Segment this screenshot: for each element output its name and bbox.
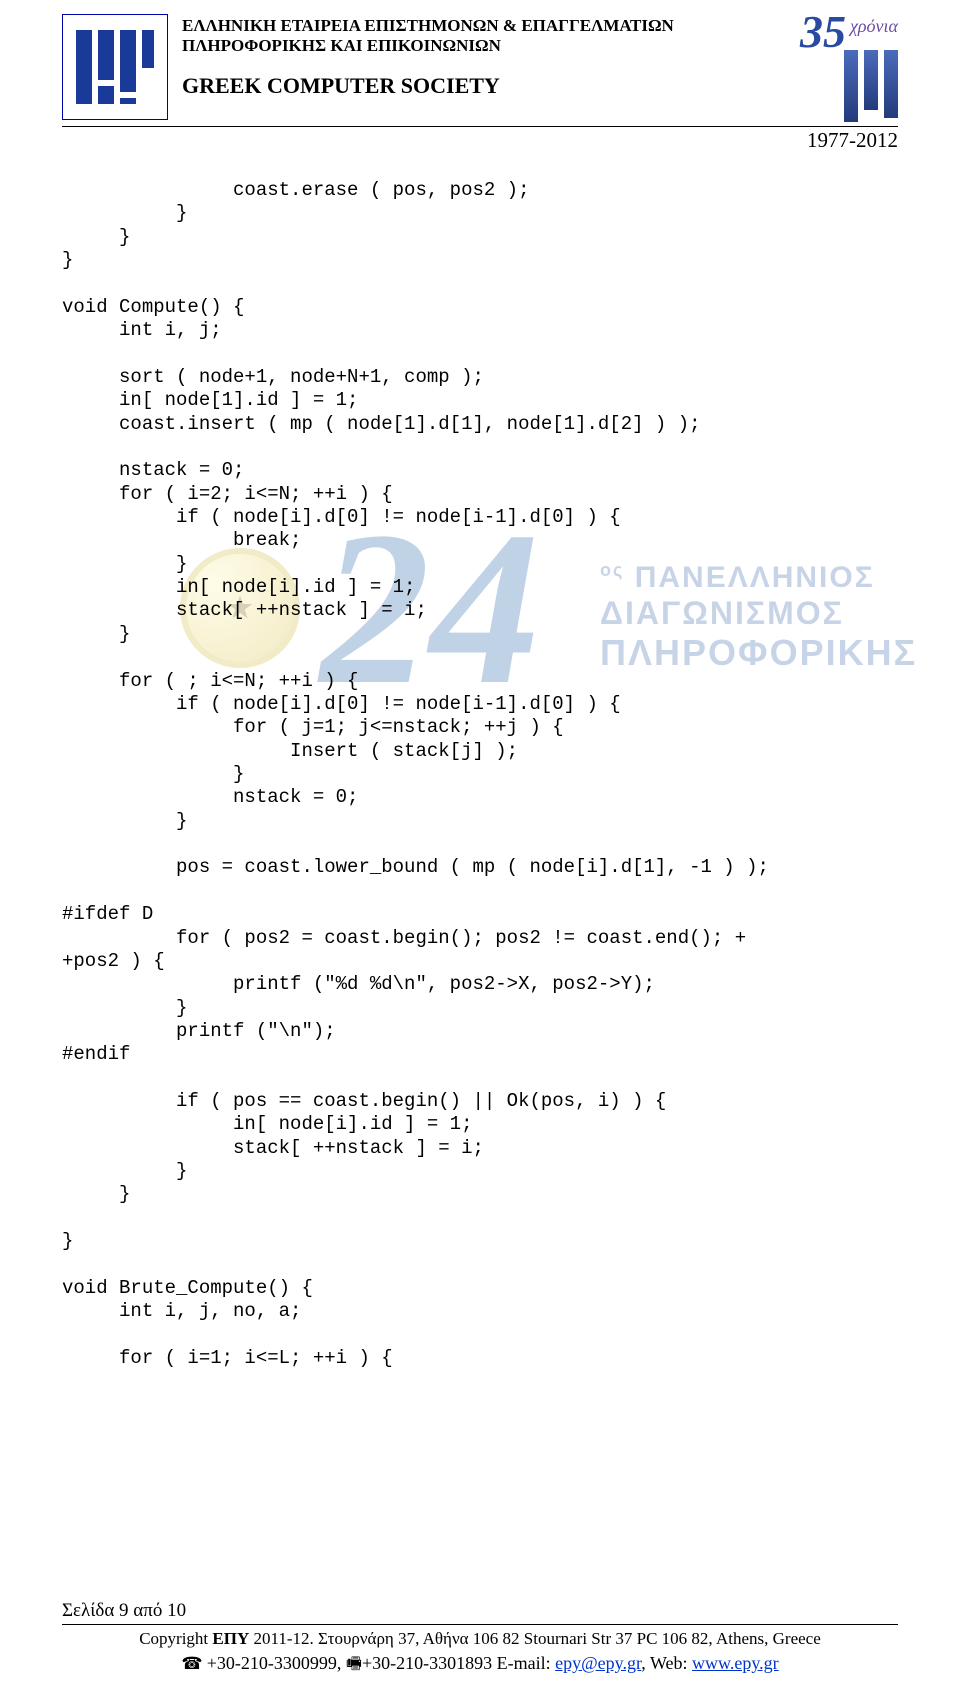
greek-title-line2: ΠΛΗΡΟΦΟΡΙΚΗΣ ΚΑΙ ΕΠΙΚΟΙΝΩΝΙΩΝ <box>182 36 734 56</box>
anniversary-number: 35 <box>800 14 846 51</box>
header: ΕΛΛΗΝΙΚΗ ΕΤΑΙΡΕΙΑ ΕΠΙΣΤΗΜΟΝΩΝ & ΕΠΑΓΓΕΛΜ… <box>62 14 898 134</box>
web-link[interactable]: www.epy.gr <box>692 1653 779 1673</box>
anniversary-bar <box>844 50 858 122</box>
contact-line: ☎ +30-210-3300999, 🖷+30-210-3301893 E-ma… <box>62 1651 898 1680</box>
anniversary-word: χρόνια <box>850 16 898 37</box>
page-number: Σελίδα 9 από 10 <box>62 1600 898 1622</box>
fax-icon: 🖷 <box>346 1654 362 1673</box>
anniversary-years: 1977-2012 <box>807 128 898 153</box>
email-link[interactable]: epy@epy.gr <box>555 1653 641 1673</box>
english-title: GREEK COMPUTER SOCIETY <box>182 73 734 99</box>
copyright-line: Copyright ΕΠΥ 2011-12. Στουρνάρη 37, Αθή… <box>62 1629 898 1649</box>
footer-divider <box>62 1624 898 1625</box>
code-block: coast.erase ( pos, pos2 ); } } } void Co… <box>62 179 898 1370</box>
society-logo <box>62 14 168 120</box>
anniversary-bar <box>864 50 878 110</box>
header-divider <box>62 126 898 127</box>
anniversary-bar <box>884 50 898 118</box>
greek-title-line1: ΕΛΛΗΝΙΚΗ ΕΤΑΙΡΕΙΑ ΕΠΙΣΤΗΜΟΝΩΝ & ΕΠΑΓΓΕΛΜ… <box>182 16 734 36</box>
phone-icon: ☎ <box>181 1654 206 1673</box>
anniversary-badge: 35 χρόνια 1977-2012 <box>748 14 898 134</box>
